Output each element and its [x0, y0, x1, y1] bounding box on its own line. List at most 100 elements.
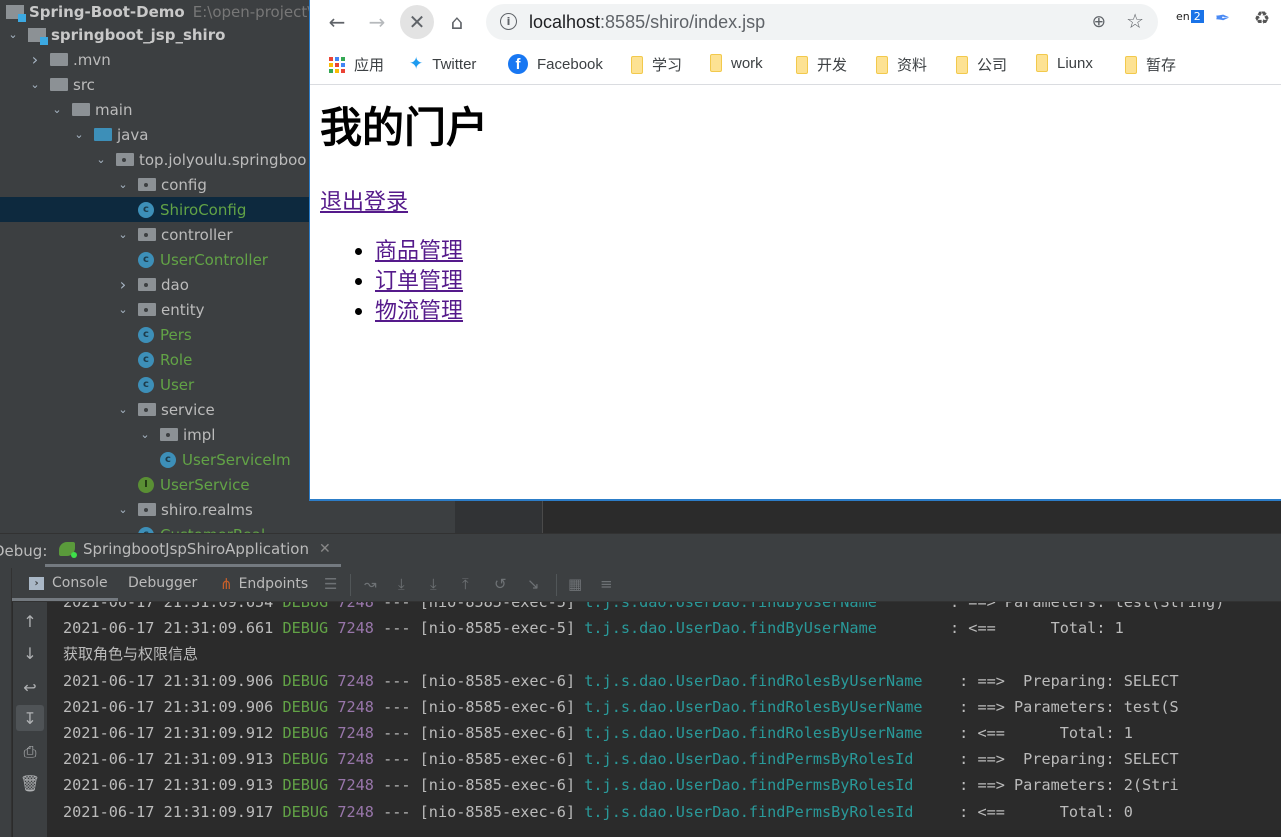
class-icon: c	[138, 351, 154, 368]
chevron-down-icon[interactable]: ⌄	[50, 103, 64, 116]
bookmark-folder-study[interactable]: 学习	[631, 54, 682, 75]
url-text[interactable]: localhost:8585/shiro/index.jsp	[529, 12, 765, 33]
tab-debugger[interactable]: Debugger	[128, 575, 197, 591]
recycle-extension-icon[interactable]: ♻	[1254, 8, 1270, 29]
chevron-right-icon[interactable]: ›	[116, 275, 130, 294]
folder-icon	[1125, 55, 1137, 74]
show-execution-point-icon[interactable]: ↝	[364, 575, 377, 593]
bookmark-apps[interactable]: 应用	[329, 54, 384, 75]
bookmark-folder-dev[interactable]: 开发	[796, 54, 847, 75]
menu-link-logistics[interactable]: 物流管理	[375, 299, 463, 324]
scroll-up-icon[interactable]: ↑	[16, 608, 44, 634]
bookmark-folder-temp[interactable]: 暂存	[1125, 54, 1176, 75]
chevron-down-icon[interactable]: ⌄	[6, 28, 20, 41]
chevron-down-icon[interactable]: ⌄	[116, 403, 130, 416]
tree-item-label: main	[95, 100, 133, 119]
folder-icon	[50, 78, 68, 91]
translate-extension-icon[interactable]: en 2	[1176, 10, 1204, 23]
menu-link-products[interactable]: 商品管理	[375, 239, 463, 264]
console-output[interactable]: 2021-06-17 21:31:09.654 DEBUG 7248 --- […	[47, 602, 1281, 837]
package-icon	[160, 428, 178, 441]
chevron-down-icon[interactable]: ⌄	[94, 153, 108, 166]
chevron-down-icon[interactable]: ⌄	[116, 303, 130, 316]
bookmark-folder-work[interactable]: work	[710, 54, 763, 72]
stop-loading-button[interactable]: ✕	[400, 5, 434, 39]
logout-link[interactable]: 退出登录	[320, 184, 1281, 216]
log-line: 2021-06-17 21:31:09.913 DEBUG 7248 --- […	[63, 746, 1179, 772]
chevron-down-icon[interactable]: ⌄	[138, 428, 152, 441]
home-button[interactable]: ⌂	[440, 5, 474, 39]
log-timestamp: 2021-06-17 21:31:09.661	[63, 619, 274, 638]
step-into-icon[interactable]: ⤓	[430, 575, 437, 593]
step-over-icon[interactable]: ⤓	[398, 575, 405, 593]
bookmark-folder-materials[interactable]: 资料	[876, 54, 927, 75]
log-pid: 7248	[337, 697, 374, 716]
run-config-tab[interactable]: SpringbootJspShiroApplication ✕	[45, 534, 341, 567]
log-thread: --- [nio-8585-exec-6]	[383, 802, 576, 821]
log-message: : <== Total: 1	[922, 724, 1133, 742]
print-icon[interactable]: ⎙	[16, 739, 44, 765]
log-pid: 7248	[337, 750, 374, 769]
chevron-down-icon[interactable]: ⌄	[116, 228, 130, 241]
menu-item: 物流管理	[375, 296, 1281, 326]
close-tab-icon[interactable]: ✕	[319, 541, 331, 557]
run-to-cursor-icon[interactable]: ↘	[527, 575, 540, 593]
log-pid: 7248	[337, 619, 374, 638]
info-icon[interactable]: i	[500, 13, 517, 30]
log-timestamp: 2021-06-17 21:31:09.917	[63, 802, 274, 821]
log-line: 2021-06-17 21:31:09.913 DEBUG 7248 --- […	[63, 772, 1179, 798]
run-config-label: SpringbootJspShiroApplication	[83, 540, 309, 558]
tab-console[interactable]: › Console	[9, 575, 118, 601]
scroll-down-icon[interactable]: ↓	[16, 640, 44, 666]
folder-icon	[50, 53, 68, 66]
zoom-icon[interactable]: ⊕	[1092, 12, 1106, 32]
tab-endpoints[interactable]: ⋔ Endpoints	[220, 575, 308, 593]
bookmark-label: work	[731, 54, 763, 72]
chevron-down-icon[interactable]: ⌄	[72, 128, 86, 141]
log-level: DEBUG	[282, 697, 329, 716]
tab-label: Console	[52, 575, 108, 591]
log-thread: --- [nio-8585-exec-6]	[383, 724, 576, 742]
close-icon: ✕	[408, 10, 426, 34]
menu-link-orders[interactable]: 订单管理	[375, 269, 463, 294]
menu-item: 商品管理	[375, 236, 1281, 266]
tree-item-label: ShiroConfig	[160, 200, 247, 219]
tree-item-label: .mvn	[73, 50, 111, 69]
bookmark-label: Twitter	[432, 55, 477, 73]
tree-item[interactable]: cCustomerReal	[0, 522, 455, 533]
package-icon	[138, 503, 156, 516]
bookmark-star-icon[interactable]: ☆	[1126, 9, 1144, 33]
trace-icon[interactable]: ≡	[600, 575, 613, 593]
forward-button[interactable]: →	[360, 5, 394, 39]
log-logger: t.j.s.dao.UserDao.findByUserName	[584, 619, 877, 638]
bookmark-folder-company[interactable]: 公司	[956, 54, 1007, 75]
menu-icon[interactable]: ☰	[324, 575, 337, 593]
chevron-down-icon[interactable]: ⌄	[28, 78, 42, 91]
log-level: DEBUG	[282, 724, 329, 742]
chevron-right-icon[interactable]: ›	[28, 50, 42, 69]
tree-item-label: impl	[183, 425, 216, 444]
scroll-to-end-icon[interactable]: ↧	[16, 705, 44, 731]
chevron-down-icon[interactable]: ⌄	[116, 178, 130, 191]
soft-wrap-icon[interactable]: ↩	[16, 674, 44, 700]
module-icon	[28, 27, 48, 45]
log-pid: 7248	[337, 776, 374, 795]
address-bar[interactable]: i localhost:8585/shiro/index.jsp ⊕ ☆	[486, 4, 1158, 40]
clear-all-icon[interactable]: 🗑	[16, 770, 44, 796]
log-pid: 7248	[337, 802, 374, 821]
bookmark-twitter[interactable]: ✦ Twitter	[409, 54, 476, 74]
class-icon: c	[160, 451, 176, 468]
back-button[interactable]: ←	[320, 5, 354, 39]
evaluate-expression-icon[interactable]: ▦	[568, 575, 582, 593]
bookmark-facebook[interactable]: f Facebook	[508, 54, 603, 74]
bookmark-folder-linux[interactable]: Liunx	[1036, 54, 1093, 72]
eyedropper-extension-icon[interactable]: ✒	[1215, 8, 1230, 29]
drop-frame-icon[interactable]: ↺	[494, 575, 507, 593]
url-host: localhost	[529, 12, 601, 32]
folder-icon	[796, 55, 808, 74]
module-icon	[6, 4, 26, 22]
bookmark-label: Liunx	[1057, 54, 1093, 72]
step-out-icon[interactable]: ⤒	[462, 575, 469, 593]
chevron-down-icon[interactable]: ⌄	[116, 503, 130, 516]
log-logger: t.j.s.dao.UserDao.findPermsByRolesId	[584, 802, 914, 821]
